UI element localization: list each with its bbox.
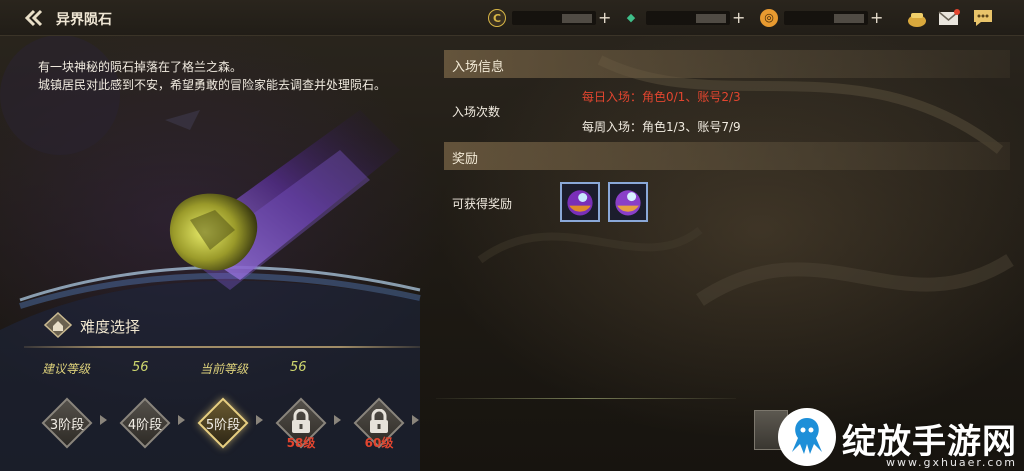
stage-label: 5阶段 xyxy=(205,418,241,433)
daily-entry-count: 每日入场：角色0/1、账号2/3 xyxy=(582,90,741,104)
recommended-level-label: 建议等级 xyxy=(42,362,91,376)
stage-5-button[interactable]: 5阶段 xyxy=(197,397,249,449)
green-crystal-icon: ◆ xyxy=(626,11,636,24)
description: 有一块神秘的陨石掉落在了格兰之森。 城镇居民对此感到不安，希望勇敢的冒险家能去调… xyxy=(38,58,386,94)
add-crystal-button[interactable]: + xyxy=(732,8,745,28)
meteor-illustration xyxy=(165,110,400,290)
add-gold-button[interactable]: + xyxy=(598,8,611,28)
required-level: 60级 xyxy=(364,436,394,450)
rewards-title: 奖励 xyxy=(452,152,479,167)
stage-3-button[interactable]: 3阶段 xyxy=(41,397,93,449)
difficulty-divider xyxy=(24,346,420,348)
stage-label: 4阶段 xyxy=(127,418,163,433)
lock-icon xyxy=(370,409,388,433)
required-level: 58级 xyxy=(286,436,316,450)
stage-locked-60-button[interactable]: 60级 xyxy=(353,397,405,450)
back-button[interactable] xyxy=(22,8,46,28)
currency-gold: C + xyxy=(488,8,614,28)
house-diamond-icon xyxy=(44,312,72,338)
stage-selector: 3阶段 4阶段 5阶段 58级 60级 xyxy=(26,394,426,454)
bottom-divider xyxy=(436,398,736,399)
rewards-label: 可获得奖励 xyxy=(452,197,513,211)
top-bar: 异界陨石 C + ◆ + ◎ + xyxy=(0,0,1024,36)
stage-arrow-icon xyxy=(178,415,185,425)
orange-coin-icon: ◎ xyxy=(760,9,778,27)
rewards-header: 奖励 xyxy=(444,142,1010,170)
watermark-logo: 绽放手游网 www.gxhuaer.com xyxy=(768,404,1024,471)
octopus-logo-icon xyxy=(778,408,836,466)
stage-4-button[interactable]: 4阶段 xyxy=(119,397,171,449)
stage-arrow-icon xyxy=(256,415,263,425)
currency-orange: ◎ + xyxy=(760,8,886,28)
reward-item-2[interactable] xyxy=(608,182,648,222)
entry-info-title: 入场信息 xyxy=(452,60,505,75)
weekly-entry-count: 每周入场：角色1/3、账号7/9 xyxy=(582,120,741,134)
entry-count-label: 入场次数 xyxy=(452,105,501,119)
stage-arrow-icon xyxy=(100,415,107,425)
treasure-pot-icon[interactable] xyxy=(906,8,928,28)
entry-info-header: 入场信息 xyxy=(444,50,1010,78)
stage-locked-58-button[interactable]: 58级 xyxy=(275,397,327,450)
current-level-value: 56 xyxy=(290,360,307,375)
chat-icon[interactable] xyxy=(972,8,994,28)
lock-icon xyxy=(292,409,310,433)
stage-label: 3阶段 xyxy=(49,418,85,433)
gold-coin-icon: C xyxy=(488,9,506,27)
page-title: 异界陨石 xyxy=(56,12,112,28)
reward-orb-icon xyxy=(615,190,641,216)
recommended-level-value: 56 xyxy=(132,360,149,375)
current-level-label: 当前等级 xyxy=(200,362,249,376)
difficulty-title: 难度选择 xyxy=(80,318,141,336)
reward-orb-icon xyxy=(567,190,593,216)
stage-arrow-icon xyxy=(334,415,341,425)
watermark-url: www.gxhuaer.com xyxy=(886,456,1017,469)
mail-icon[interactable] xyxy=(938,8,960,28)
description-line-1: 有一块神秘的陨石掉落在了格兰之森。 xyxy=(38,60,243,74)
currency-crystal: ◆ + xyxy=(622,8,748,28)
reward-item-1[interactable] xyxy=(560,182,600,222)
add-orange-button[interactable]: + xyxy=(870,8,883,28)
stage-arrow-icon xyxy=(412,415,419,425)
back-arrow-icon xyxy=(24,9,43,27)
